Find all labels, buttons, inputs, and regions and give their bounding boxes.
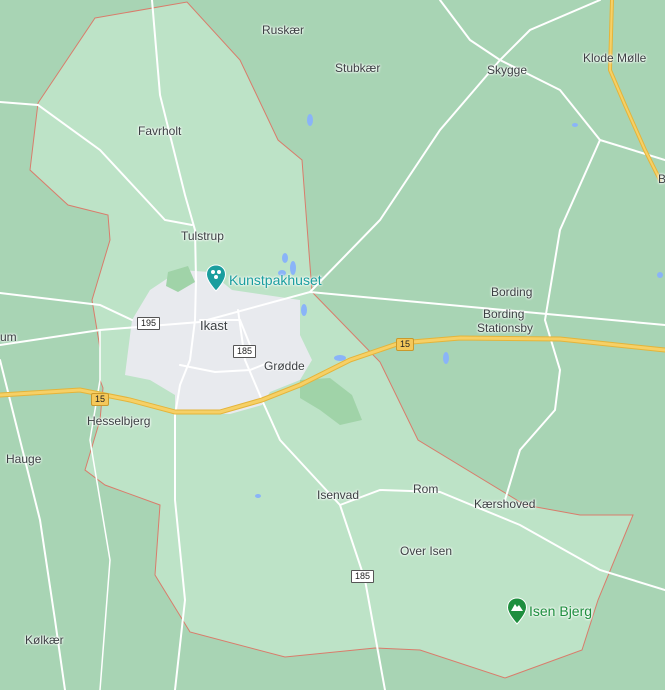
- place-isenvad: Isenvad: [317, 488, 360, 502]
- place-hauge: Hauge: [6, 452, 42, 466]
- map-canvas[interactable]: Ruskær Stubkær Skygge Klode Mølle Favrho…: [0, 0, 665, 690]
- museum-pin-icon[interactable]: [205, 264, 227, 292]
- poi-kunstpakhuset-label[interactable]: Kunstpakhuset: [229, 272, 322, 288]
- place-bording: Bording: [491, 285, 533, 299]
- place-ikast: Ikast: [200, 318, 228, 333]
- road-shield-15: 15: [396, 338, 415, 351]
- place-bording-stationsby-line1: Bording: [483, 307, 525, 321]
- road-shield-15: 15: [91, 393, 110, 406]
- place-stubkaer: Stubkær: [335, 61, 381, 75]
- place-skygge: Skygge: [487, 63, 528, 77]
- place-grodde: Grødde: [264, 359, 305, 373]
- place-tulstrup: Tulstrup: [181, 229, 224, 243]
- place-klode-molle: Klode Mølle: [583, 51, 647, 65]
- mountain-pin-icon[interactable]: [506, 597, 528, 625]
- map-base-layer: [0, 0, 665, 690]
- place-over-isen: Over Isen: [400, 544, 453, 558]
- place-bording-stationsby-line2: Stationsby: [477, 321, 534, 335]
- place-hesselbjerg: Hesselbjerg: [87, 414, 151, 428]
- poi-isen-bjerg-label[interactable]: Isen Bjerg: [529, 603, 592, 619]
- place-favrholt: Favrholt: [138, 124, 182, 138]
- road-shield-195: 195: [137, 317, 161, 330]
- road-shield-185: 185: [351, 570, 375, 583]
- place-ruskaer: Ruskær: [262, 23, 305, 37]
- place-um: um: [0, 330, 17, 344]
- place-edge-b: B: [658, 172, 665, 186]
- road-shield-185: 185: [233, 345, 257, 358]
- place-kaershoved: Kærshoved: [474, 497, 536, 511]
- place-rom: Rom: [413, 482, 439, 496]
- place-kolkaer: Kølkær: [25, 633, 64, 647]
